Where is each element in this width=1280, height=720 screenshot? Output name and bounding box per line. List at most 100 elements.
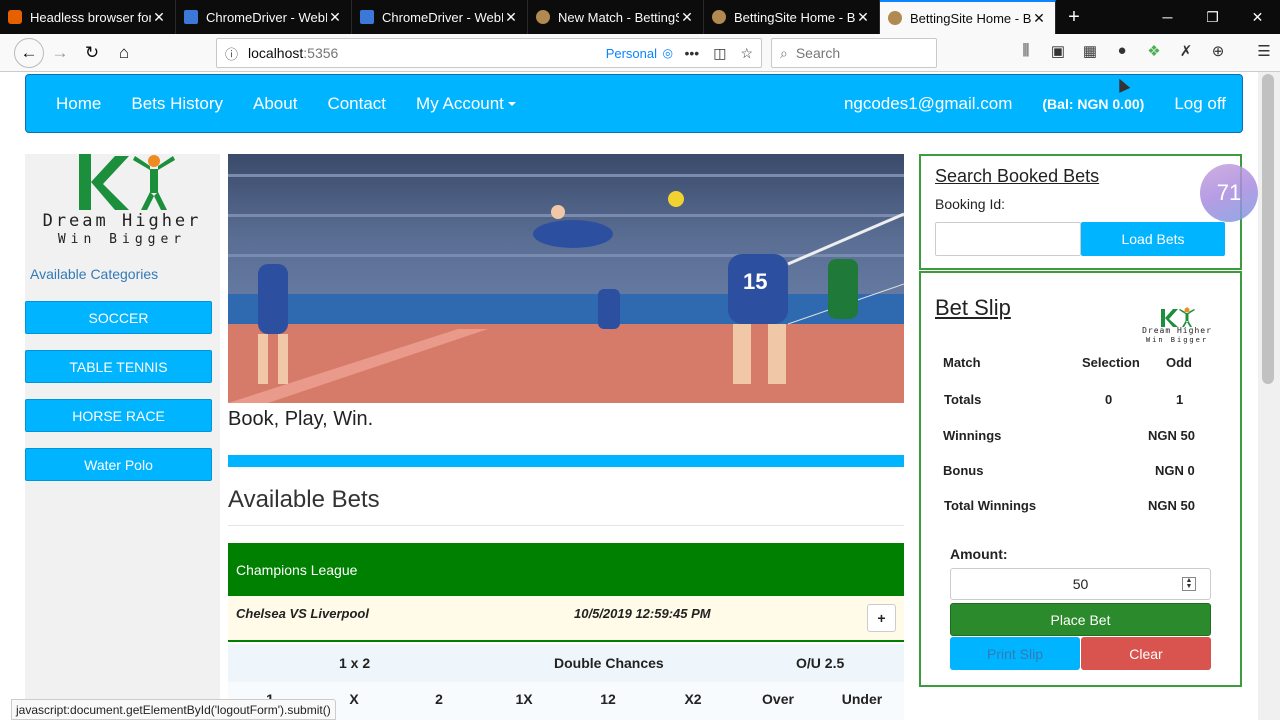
- library-icon[interactable]: ⫼: [1016, 42, 1036, 60]
- nav-log-off[interactable]: Log off: [1174, 94, 1226, 114]
- browser-tab[interactable]: ChromeDriver - WebD ✕: [176, 0, 352, 34]
- nav-bets-history[interactable]: Bets History: [131, 94, 223, 114]
- odds-group-double-chances: Double Chances: [554, 655, 664, 671]
- match-teams: Chelsea VS Liverpool: [236, 606, 369, 621]
- logo-tagline-2: Win Bigger: [57, 232, 187, 247]
- nav-contact[interactable]: Contact: [327, 94, 386, 114]
- amount-input[interactable]: 50 ▲ ▼: [950, 568, 1211, 600]
- window-close-icon[interactable]: ✕: [1235, 0, 1280, 34]
- notification-badge[interactable]: 71: [1200, 164, 1258, 222]
- search-booked-bets-panel: Search Booked Bets Booking Id: Load Bets: [919, 154, 1242, 270]
- number-spinner-icon[interactable]: ▲ ▼: [1182, 577, 1196, 591]
- main-content: 15 Book, Play, Win. Available Bets Champ…: [228, 154, 904, 720]
- category-soccer-button[interactable]: SOCCER: [25, 301, 212, 334]
- close-icon[interactable]: ✕: [855, 9, 871, 26]
- close-icon[interactable]: ✕: [503, 9, 519, 26]
- home-icon[interactable]: ⌂: [108, 38, 140, 68]
- status-bar-url: javascript:document.getElementById('logo…: [11, 699, 336, 720]
- category-water-polo-button[interactable]: Water Polo: [25, 448, 212, 481]
- odds-col-12: 12: [600, 691, 616, 707]
- slip-col-odd: Odd: [1166, 355, 1192, 370]
- category-horse-race-button[interactable]: HORSE RACE: [25, 399, 212, 432]
- load-bets-button[interactable]: Load Bets: [1081, 222, 1225, 256]
- minimize-icon[interactable]: ─: [1145, 0, 1190, 34]
- pocket-icon[interactable]: ◫: [713, 45, 726, 62]
- bookmark-star-icon[interactable]: ☆: [740, 45, 753, 62]
- place-bet-button[interactable]: Place Bet: [950, 603, 1211, 636]
- match-row: Chelsea VS Liverpool 10/5/2019 12:59:45 …: [228, 596, 904, 642]
- extensions-icon[interactable]: ▦: [1080, 42, 1100, 60]
- site-icon: [536, 10, 550, 24]
- browser-toolbar: ← → ↻ ⌂ ⓘ localhost:5356 Personal ◎ ••• …: [0, 34, 1280, 72]
- slip-totals-odd: 1: [1176, 392, 1184, 407]
- clear-slip-button[interactable]: Clear: [1081, 637, 1211, 670]
- browser-tab[interactable]: BettingSite Home - Be ✕: [704, 0, 880, 34]
- chromium-icon: [184, 10, 198, 24]
- odds-col-over: Over: [762, 691, 794, 707]
- tab-title: BettingSite Home - Be: [910, 10, 1031, 26]
- page-actions-icon[interactable]: •••: [684, 45, 699, 62]
- new-tab-icon[interactable]: +: [1056, 0, 1092, 34]
- forward-icon[interactable]: →: [44, 38, 76, 68]
- caret-down-icon: [507, 102, 516, 107]
- address-bar[interactable]: ⓘ localhost:5356 Personal ◎ ••• ◫ ☆: [216, 38, 762, 68]
- sidebar-icon[interactable]: ▣: [1048, 42, 1068, 60]
- category-table-tennis-button[interactable]: TABLE TENNIS: [25, 350, 212, 383]
- x-extension-icon[interactable]: ✗: [1176, 42, 1196, 60]
- tab-title: Headless browser for: [30, 9, 151, 25]
- nav-home[interactable]: Home: [56, 94, 101, 114]
- odds-col-1x: 1X: [515, 691, 533, 707]
- site-icon: [888, 11, 902, 25]
- restore-icon[interactable]: ❐: [1190, 0, 1235, 34]
- browser-tab[interactable]: New Match - BettingS ✕: [528, 0, 704, 34]
- print-slip-button[interactable]: Print Slip: [950, 637, 1080, 670]
- menu-icon[interactable]: ☰: [1254, 42, 1274, 60]
- logo-tagline-1: Dream Higher: [42, 211, 202, 231]
- slip-logo: Dream Higher Win Bigger: [1131, 307, 1223, 347]
- reload-icon[interactable]: ↻: [76, 38, 108, 68]
- bet-slip-panel: Bet Slip Dream Higher Win Bigger Match S…: [919, 271, 1242, 687]
- colorful-extension-icon[interactable]: ❖: [1144, 42, 1164, 60]
- close-icon[interactable]: ✕: [327, 9, 343, 26]
- nav-my-account[interactable]: My Account: [416, 94, 516, 114]
- expand-match-button[interactable]: +: [867, 604, 896, 632]
- categories-title: Available Categories: [30, 266, 159, 282]
- slip-logo-tagline-2: Win Bigger: [1145, 336, 1209, 344]
- booking-id-input[interactable]: [935, 222, 1081, 256]
- fingerprint-icon: ◎: [662, 46, 673, 60]
- browser-tab[interactable]: ChromeDriver - WebD ✕: [352, 0, 528, 34]
- close-icon[interactable]: ✕: [679, 9, 695, 26]
- divider-bar: [228, 455, 904, 467]
- info-icon[interactable]: ⓘ: [225, 44, 238, 63]
- league-header: Champions League: [228, 543, 904, 596]
- close-icon[interactable]: ✕: [1031, 10, 1047, 27]
- hero-tagline: Book, Play, Win.: [228, 408, 374, 430]
- slip-col-selection: Selection: [1082, 355, 1140, 370]
- download-icon[interactable]: ⊕: [1208, 42, 1228, 60]
- bet-slip-title: Bet Slip: [935, 295, 1011, 320]
- odds-col-2: 2: [435, 691, 443, 707]
- back-icon[interactable]: ←: [14, 37, 44, 68]
- chromium-icon: [360, 10, 374, 24]
- divider: [228, 525, 904, 526]
- hero-banner-image: 15: [228, 154, 904, 403]
- nav-about[interactable]: About: [253, 94, 297, 114]
- dark-mode-icon[interactable]: ●: [1112, 42, 1132, 60]
- browser-tab-active[interactable]: BettingSite Home - Be ✕: [880, 0, 1056, 34]
- scrollbar-thumb[interactable]: [1262, 74, 1274, 384]
- browser-search-field[interactable]: ⌕ Search: [771, 38, 937, 68]
- close-icon[interactable]: ✕: [151, 9, 167, 26]
- tab-title: ChromeDriver - WebD: [382, 9, 503, 25]
- site-icon: [712, 10, 726, 24]
- odds-group-header: 1 x 2 Double Chances O/U 2.5: [228, 644, 904, 682]
- browser-tab-bar: Headless browser for ✕ ChromeDriver - We…: [0, 0, 1280, 34]
- browser-tab[interactable]: Headless browser for ✕: [0, 0, 176, 34]
- slip-total-winnings-value: NGN 50: [1148, 498, 1195, 513]
- match-date: 10/5/2019 12:59:45 PM: [574, 606, 711, 621]
- page-scrollbar[interactable]: [1258, 72, 1280, 720]
- search-booked-bets-title: Search Booked Bets: [935, 166, 1100, 186]
- odds-group-over-under: O/U 2.5: [796, 655, 845, 671]
- search-placeholder: Search: [795, 45, 841, 61]
- nav-user-email[interactable]: ngcodes1@gmail.com: [844, 94, 1012, 114]
- site-logo: Dream Higher Win Bigger: [37, 154, 207, 252]
